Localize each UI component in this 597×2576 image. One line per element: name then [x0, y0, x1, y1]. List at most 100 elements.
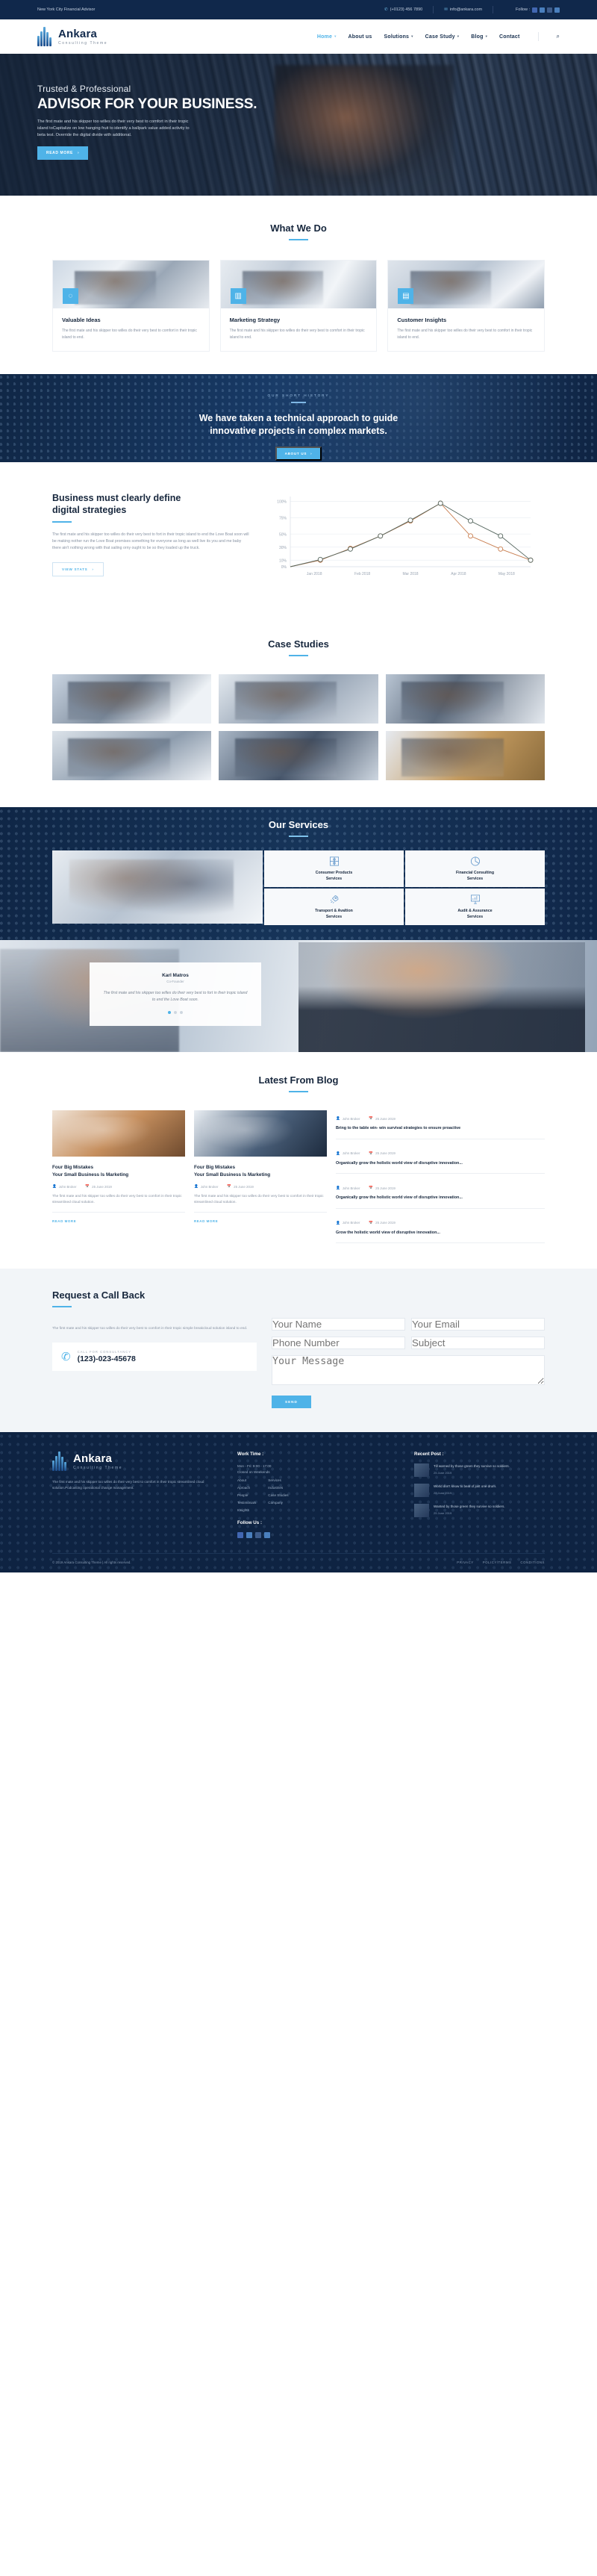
- service-tile-audit-assurance[interactable]: Audit & Assurance Services: [405, 889, 545, 925]
- service-tile-line2: Services: [325, 914, 343, 919]
- footer-link[interactable]: Aproach: [237, 1486, 256, 1490]
- blog-list-item[interactable]: 👤 John Broker 📅 25 June 2019 Bring to the …: [336, 1116, 545, 1139]
- send-button[interactable]: Send: [272, 1396, 311, 1408]
- calendar-icon: 📅: [369, 1116, 374, 1120]
- footer-link[interactable]: Industries: [268, 1486, 288, 1490]
- post-read-more-link[interactable]: Read More: [52, 1219, 76, 1223]
- linkedin-icon[interactable]: [264, 1532, 270, 1538]
- lightbulb-icon: ◌: [63, 288, 78, 304]
- service-card[interactable]: ▥ Marketing Strategy The first mate and …: [219, 260, 378, 352]
- section-title: Our Services: [268, 819, 329, 830]
- name-field[interactable]: [272, 1318, 405, 1331]
- footer-recent-heading: Recent Post :: [414, 1452, 444, 1457]
- topbar-phone[interactable]: ✆ (+0123) 456 7890: [384, 7, 422, 12]
- footer-links-col1: About Aproach People Testimonials Insigh…: [237, 1478, 256, 1516]
- footer-link[interactable]: Insights: [237, 1508, 256, 1512]
- service-tile-consumer-products[interactable]: Consumer Products Services: [264, 850, 404, 887]
- facebook-icon[interactable]: [237, 1532, 243, 1538]
- blog-list-item[interactable]: 👤 John Broker 📅 25 June 2019 Organically g…: [336, 1139, 545, 1174]
- phone-label: Call For Consultancy: [77, 1350, 132, 1354]
- footer-bottom-link[interactable]: PRIVACY: [457, 1561, 473, 1564]
- nav-item-contact[interactable]: Contact: [499, 34, 519, 40]
- request-callback-section: Request a Call Back The first mate and h…: [0, 1269, 597, 1432]
- post-author: 👤 John Broker: [336, 1220, 360, 1225]
- service-card[interactable]: ▤ Customer Insights The first mate and h…: [387, 260, 546, 352]
- nav-item-case-study[interactable]: Case Study ▾: [425, 34, 460, 40]
- svg-text:Feb 2018: Feb 2018: [354, 572, 370, 576]
- phone-icon: ✆: [61, 1351, 71, 1363]
- case-study-tile[interactable]: [385, 731, 545, 780]
- footer-recent-post[interactable]: Wanted by those green they survive so so…: [414, 1504, 545, 1517]
- blog-post-card[interactable]: Four Big Mistakes Your Small Business Is…: [194, 1110, 327, 1226]
- post-author: 👤 John Broker: [336, 1151, 360, 1156]
- footer-brand[interactable]: Ankara Consulting Theme: [52, 1452, 224, 1471]
- testimonial-quote: The first mate and his skipper too wille…: [103, 991, 248, 1002]
- instagram-icon[interactable]: [255, 1532, 261, 1538]
- calendar-icon: 📅: [369, 1151, 374, 1155]
- twitter-icon[interactable]: [246, 1532, 252, 1538]
- blog-list-item[interactable]: 👤 John Broker 📅 25 June 2019 Organically g…: [336, 1174, 545, 1209]
- arrow-right-icon: ›: [77, 151, 80, 155]
- case-study-tile[interactable]: [219, 674, 378, 724]
- case-study-tile[interactable]: [52, 674, 212, 724]
- view-stats-button[interactable]: View Stats ›: [52, 562, 104, 576]
- footer-follow-heading: Follow Us :: [237, 1520, 262, 1525]
- footer-bottom-link[interactable]: CONDITIONS: [520, 1561, 545, 1564]
- footer-link[interactable]: Services: [268, 1478, 288, 1482]
- service-tile-line1: Audit & Assurance: [457, 909, 493, 913]
- footer-link[interactable]: People: [237, 1493, 256, 1497]
- call-consultancy-box[interactable]: ✆ Call For Consultancy (123)-023-45678: [52, 1343, 257, 1371]
- carousel-dot[interactable]: [168, 1011, 171, 1014]
- case-study-tile[interactable]: [385, 674, 545, 724]
- recent-post-text: Till warned by those green they survive …: [434, 1464, 510, 1468]
- linkedin-icon[interactable]: [554, 7, 560, 13]
- subject-field[interactable]: [411, 1337, 545, 1349]
- nav-item-home[interactable]: Home ▾: [317, 34, 337, 40]
- footer-recent-post[interactable]: World don't know to beat of just one dru…: [414, 1484, 545, 1497]
- email-field[interactable]: [411, 1318, 545, 1331]
- footer-link[interactable]: Case Studies: [268, 1493, 288, 1497]
- brand-subtitle: Consulting Theme: [58, 40, 108, 46]
- facebook-icon[interactable]: [532, 7, 537, 13]
- footer-link[interactable]: About: [237, 1478, 256, 1482]
- blog-post-card[interactable]: Four Big Mistakes Your Small Business Is…: [52, 1110, 185, 1226]
- brand-logo[interactable]: Ankara Consulting Theme: [37, 27, 107, 46]
- case-study-tile[interactable]: [52, 731, 212, 780]
- phone-field[interactable]: [272, 1337, 405, 1349]
- footer-link[interactable]: Testimonials: [237, 1501, 256, 1505]
- service-tile-transport-aviation[interactable]: Transport & Avaltion Services: [264, 889, 404, 925]
- message-field[interactable]: [272, 1355, 545, 1385]
- post-title-line1: Four Big Mistakes: [194, 1165, 236, 1170]
- nav-item-label: Home: [316, 34, 333, 40]
- blog-list-item[interactable]: 👤 John Broker 📅 25 June 2019 Grow the holi…: [336, 1209, 545, 1243]
- nav-item-about-us[interactable]: About us: [348, 34, 372, 40]
- footer-bottom-link[interactable]: POLICY/TERMS: [483, 1561, 512, 1564]
- cta-about-us-button[interactable]: About Us ›: [275, 447, 322, 461]
- nav-item-solutions[interactable]: Solutions ▾: [384, 34, 413, 40]
- service-tile-financial-consulting[interactable]: Financial Consulting Services: [405, 850, 545, 887]
- post-read-more-link[interactable]: Read More: [194, 1219, 218, 1223]
- twitter-icon[interactable]: [540, 7, 545, 13]
- nav-item-blog[interactable]: Blog ▾: [471, 34, 487, 40]
- carousel-dot[interactable]: [174, 1011, 177, 1014]
- hero-read-more-button[interactable]: Read More ›: [37, 146, 89, 160]
- rocket-icon: [330, 895, 338, 903]
- blog-list-title: Bring to the table win- win survival str…: [336, 1126, 461, 1130]
- topbar-email[interactable]: ✉ info@ankara.com: [444, 7, 482, 12]
- carousel-dots[interactable]: [103, 1011, 248, 1014]
- post-title-line2: Your Small Business Is Marketing: [52, 1172, 129, 1177]
- instagram-icon[interactable]: [547, 7, 552, 13]
- case-study-tile[interactable]: [219, 731, 378, 780]
- search-icon[interactable]: ⌕: [557, 33, 560, 40]
- nav-item-label: Case Study: [425, 34, 455, 40]
- case-studies-section: Case Studies: [0, 616, 597, 807]
- logo-icon: [52, 1452, 69, 1471]
- footer-recent-post[interactable]: Till warned by those green they survive …: [414, 1463, 545, 1477]
- footer-link[interactable]: Company: [268, 1501, 288, 1505]
- button-label: View Stats: [62, 567, 88, 571]
- service-card[interactable]: ◌ Valuable Ideas The first mate and his …: [52, 260, 210, 352]
- title-underline: [289, 836, 308, 837]
- section-title: Request a Call Back: [52, 1289, 146, 1301]
- stats-section: Business must clearly define digital str…: [52, 462, 545, 616]
- carousel-dot[interactable]: [180, 1011, 183, 1014]
